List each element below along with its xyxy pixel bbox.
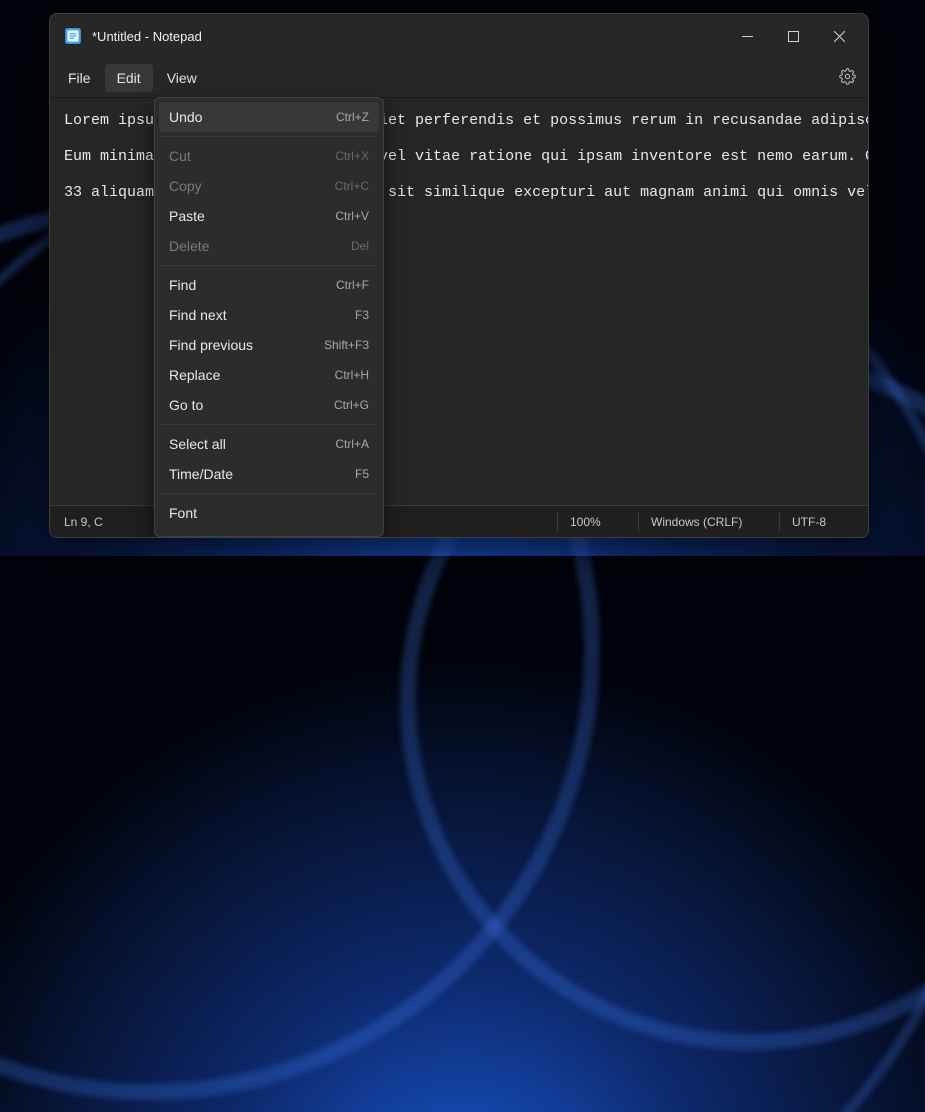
menuitem-shortcut: Ctrl+H xyxy=(335,368,369,382)
menu-separator xyxy=(161,424,377,425)
menu-separator xyxy=(161,265,377,266)
menuitem-shortcut: F5 xyxy=(355,467,369,481)
gear-icon xyxy=(839,68,856,88)
menuitem-find-next[interactable]: Find next F3 xyxy=(159,300,379,330)
menuitem-label: Paste xyxy=(169,208,205,224)
menubar: File Edit View xyxy=(50,58,868,98)
menuitem-paste[interactable]: Paste Ctrl+V xyxy=(159,201,379,231)
menuitem-label: Font xyxy=(169,505,197,521)
menuitem-label: Copy xyxy=(169,178,202,194)
menu-edit[interactable]: Edit xyxy=(105,64,153,92)
menuitem-shortcut: Ctrl+G xyxy=(334,398,369,412)
notepad-icon xyxy=(64,27,82,45)
menuitem-select-all[interactable]: Select all Ctrl+A xyxy=(159,429,379,459)
menuitem-label: Time/Date xyxy=(169,466,233,482)
menuitem-shortcut: Ctrl+V xyxy=(335,209,369,223)
menuitem-shortcut: Del xyxy=(351,239,369,253)
menuitem-label: Replace xyxy=(169,367,220,383)
menuitem-label: Find previous xyxy=(169,337,253,353)
status-zoom[interactable]: 100% xyxy=(558,515,638,529)
menuitem-font[interactable]: Font xyxy=(159,498,379,528)
menuitem-label: Delete xyxy=(169,238,209,254)
menuitem-find-previous[interactable]: Find previous Shift+F3 xyxy=(159,330,379,360)
menuitem-shortcut: Shift+F3 xyxy=(324,338,369,352)
menuitem-label: Select all xyxy=(169,436,226,452)
maximize-button[interactable] xyxy=(770,20,816,52)
menuitem-cut[interactable]: Cut Ctrl+X xyxy=(159,141,379,171)
minimize-button[interactable] xyxy=(724,20,770,52)
titlebar[interactable]: *Untitled - Notepad xyxy=(50,14,868,58)
status-line-ending[interactable]: Windows (CRLF) xyxy=(639,515,779,529)
menuitem-find[interactable]: Find Ctrl+F xyxy=(159,270,379,300)
edit-menu-dropdown: Undo Ctrl+Z Cut Ctrl+X Copy Ctrl+C Paste… xyxy=(154,97,384,537)
menuitem-undo[interactable]: Undo Ctrl+Z xyxy=(159,102,379,132)
menuitem-shortcut: F3 xyxy=(355,308,369,322)
close-button[interactable] xyxy=(816,20,862,52)
menuitem-shortcut: Ctrl+X xyxy=(335,149,369,163)
settings-button[interactable] xyxy=(833,62,862,94)
menuitem-copy[interactable]: Copy Ctrl+C xyxy=(159,171,379,201)
menu-view[interactable]: View xyxy=(155,64,209,92)
window-title: *Untitled - Notepad xyxy=(92,29,202,44)
status-caret-position[interactable]: Ln 9, C xyxy=(58,515,115,529)
menuitem-delete[interactable]: Delete Del xyxy=(159,231,379,261)
menuitem-replace[interactable]: Replace Ctrl+H xyxy=(159,360,379,390)
menu-separator xyxy=(161,493,377,494)
menuitem-shortcut: Ctrl+A xyxy=(335,437,369,451)
menuitem-label: Go to xyxy=(169,397,203,413)
menu-separator xyxy=(161,136,377,137)
menuitem-label: Undo xyxy=(169,109,202,125)
menuitem-shortcut: Ctrl+Z xyxy=(336,110,369,124)
menuitem-label: Find next xyxy=(169,307,227,323)
menuitem-time-date[interactable]: Time/Date F5 xyxy=(159,459,379,489)
menuitem-shortcut: Ctrl+F xyxy=(336,278,369,292)
notepad-window: *Untitled - Notepad File Edit View Lorem… xyxy=(49,13,869,538)
status-encoding[interactable]: UTF-8 xyxy=(780,515,860,529)
menuitem-shortcut: Ctrl+C xyxy=(335,179,369,193)
menuitem-goto[interactable]: Go to Ctrl+G xyxy=(159,390,379,420)
menu-file[interactable]: File xyxy=(56,64,103,92)
menuitem-label: Find xyxy=(169,277,196,293)
menuitem-label: Cut xyxy=(169,148,191,164)
